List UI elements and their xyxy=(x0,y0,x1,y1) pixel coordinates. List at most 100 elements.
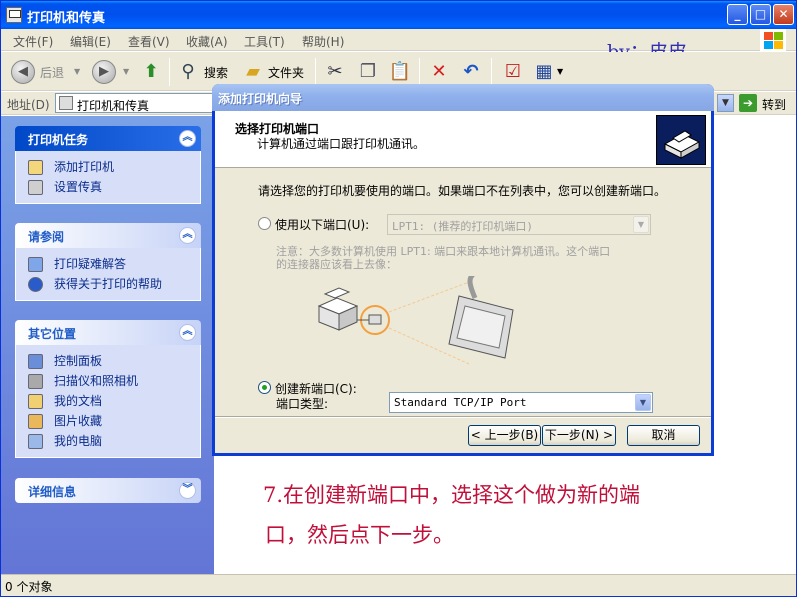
go-arrow-icon[interactable]: ➔ xyxy=(739,94,757,112)
use-existing-port-label[interactable]: 使用以下端口(U): xyxy=(275,216,369,233)
dialog-body: 选择打印机端口 计算机通过端口跟打印机通讯。 请选择您的打印机要使用的端口。如果… xyxy=(215,111,711,453)
toolbar-separator xyxy=(315,58,316,86)
link-label: 打印疑难解答 xyxy=(54,257,127,271)
use-existing-port-radio[interactable] xyxy=(258,217,271,230)
other-places-header[interactable]: 其它位置 ︽ xyxy=(15,320,201,345)
menu-edit[interactable]: 编辑(E) xyxy=(70,33,111,50)
close-button[interactable]: ✕ xyxy=(773,4,794,25)
link-label: 我的文档 xyxy=(54,394,103,408)
my-documents-icon xyxy=(28,394,43,409)
my-computer-link[interactable]: 我的电脑 xyxy=(28,431,200,451)
search-icon[interactable]: ⚲ xyxy=(176,60,200,84)
scanner-icon xyxy=(28,374,43,389)
title-bar[interactable]: 打印机和传真 _ □ ✕ xyxy=(1,1,796,29)
address-dropdown-icon[interactable]: ▼ xyxy=(717,94,734,112)
back-icon[interactable]: ◀ xyxy=(11,60,35,84)
menu-help[interactable]: 帮助(H) xyxy=(302,33,344,50)
back-button[interactable]: < 上一步(B) xyxy=(468,425,541,446)
caption-line-2: 口，然后点下一步。 xyxy=(265,523,454,547)
forward-dropdown-icon[interactable]: ▼ xyxy=(123,67,129,76)
port-type-select[interactable]: Standard TCP/IP Port ▼ xyxy=(389,392,653,413)
existing-port-select[interactable]: LPT1: (推荐的打印机端口) ▼ xyxy=(387,214,651,235)
link-label: 设置传真 xyxy=(54,180,103,194)
create-new-port-radio[interactable] xyxy=(258,381,271,394)
panel-title: 请参阅 xyxy=(28,230,65,244)
next-button[interactable]: 下一步(N) > xyxy=(542,425,616,446)
details-header[interactable]: 详细信息 ︾ xyxy=(15,478,201,503)
print-troubleshoot-link[interactable]: 打印疑难解答 xyxy=(28,254,200,274)
panel-title: 打印机任务 xyxy=(28,133,89,147)
control-panel-link[interactable]: 控制面板 xyxy=(28,351,200,371)
link-label: 扫描仪和照相机 xyxy=(54,374,139,388)
delete-icon[interactable]: ✕ xyxy=(427,60,451,84)
help-book-icon xyxy=(28,257,43,272)
collapse-chevron-icon[interactable]: ︽ xyxy=(179,227,196,244)
back-dropdown-icon[interactable]: ▼ xyxy=(74,67,80,76)
copy-icon[interactable]: ❐ xyxy=(356,60,380,84)
fax-icon xyxy=(28,180,43,195)
address-value: 打印机和传真 xyxy=(77,99,150,113)
menu-file[interactable]: 文件(F) xyxy=(13,33,53,50)
printer-tasks-header[interactable]: 打印机任务 ︽ xyxy=(15,126,201,151)
link-label: 我的电脑 xyxy=(54,434,103,448)
other-places-body: 控制面板 扫描仪和照相机 我的文档 图片收藏 我的电脑 xyxy=(15,345,201,458)
toolbar-separator xyxy=(491,58,492,86)
search-label[interactable]: 搜索 xyxy=(204,64,228,81)
folder-icon[interactable]: ▰ xyxy=(241,60,265,84)
my-pictures-link[interactable]: 图片收藏 xyxy=(28,411,200,431)
port-type-label: 端口类型: xyxy=(276,397,329,411)
chevron-down-icon[interactable]: ▼ xyxy=(635,394,651,411)
add-printer-icon xyxy=(28,160,43,175)
collapse-chevron-icon[interactable]: ︽ xyxy=(179,324,196,341)
toolbar-separator xyxy=(169,58,170,86)
minimize-button[interactable]: _ xyxy=(727,4,748,25)
collapse-chevron-icon[interactable]: ︽ xyxy=(179,130,196,147)
wizard-header: 选择打印机端口 计算机通过端口跟打印机通讯。 xyxy=(215,111,711,168)
cut-icon[interactable]: ✂ xyxy=(323,60,347,84)
up-folder-icon[interactable]: ⬆ xyxy=(139,60,163,84)
help-icon xyxy=(28,277,43,292)
status-bar: 0 个对象 xyxy=(1,574,796,596)
setup-fax-link[interactable]: 设置传真 xyxy=(28,177,200,197)
caption-line-1: 7.在创建新端口中，选择这个做为新的端 xyxy=(263,483,641,507)
print-help-link[interactable]: 获得关于打印的帮助 xyxy=(28,274,200,294)
cancel-button[interactable]: 取消 xyxy=(627,425,700,446)
properties-icon[interactable]: ☑ xyxy=(501,60,525,84)
go-button[interactable]: 转到 xyxy=(762,96,786,113)
menu-favorites[interactable]: 收藏(A) xyxy=(186,33,228,50)
windows-logo-icon xyxy=(760,29,786,51)
folders-label[interactable]: 文件夹 xyxy=(268,64,304,81)
views-dropdown-icon[interactable]: ▼ xyxy=(557,67,563,76)
add-printer-wizard-dialog: 添加打印机向导 选择打印机端口 计算机通过端口跟打印机通讯。 请选择您的打印机要… xyxy=(212,84,714,456)
views-icon[interactable]: ▦ xyxy=(532,60,556,84)
forward-icon[interactable]: ▶ xyxy=(92,60,116,84)
lpt-connector-illustration xyxy=(299,269,559,376)
printer-wizard-icon xyxy=(656,115,706,165)
expand-chevron-icon[interactable]: ︾ xyxy=(179,482,196,499)
instruction-text: 请选择您的打印机要使用的端口。如果端口不在列表中，您可以创建新端口。 xyxy=(258,184,667,198)
dialog-title-bar[interactable]: 添加打印机向导 xyxy=(212,84,714,111)
paste-icon[interactable]: 📋 xyxy=(388,60,412,84)
printer-tasks-body: 添加打印机 设置传真 xyxy=(15,151,201,204)
status-text: 0 个对象 xyxy=(5,580,53,594)
scanners-cameras-link[interactable]: 扫描仪和照相机 xyxy=(28,371,200,391)
panel-title: 详细信息 xyxy=(28,485,77,499)
see-also-header[interactable]: 请参阅 ︽ xyxy=(15,223,201,248)
dialog-title: 添加打印机向导 xyxy=(218,92,303,106)
link-label: 控制面板 xyxy=(54,354,103,368)
menu-view[interactable]: 查看(V) xyxy=(128,33,170,50)
port-type-value: Standard TCP/IP Port xyxy=(394,396,527,409)
maximize-button[interactable]: □ xyxy=(750,4,771,25)
menu-tools[interactable]: 工具(T) xyxy=(244,33,285,50)
back-label[interactable]: 后退 xyxy=(40,64,64,81)
existing-port-value: LPT1: (推荐的打印机端口) xyxy=(392,220,533,233)
other-places-panel: 其它位置 ︽ 控制面板 扫描仪和照相机 我的文档 图片收藏 我的电脑 xyxy=(15,320,201,458)
add-printer-link[interactable]: 添加打印机 xyxy=(28,157,200,177)
tutorial-caption: 7.在创建新端口中，选择这个做为新的端 口，然后点下一步。 xyxy=(263,475,733,555)
my-documents-link[interactable]: 我的文档 xyxy=(28,391,200,411)
printer-folder-icon xyxy=(59,96,73,110)
chevron-down-icon[interactable]: ▼ xyxy=(633,216,649,233)
undo-icon[interactable]: ↶ xyxy=(459,60,483,84)
window-title: 打印机和传真 xyxy=(27,11,106,26)
address-input[interactable]: 打印机和传真 xyxy=(55,93,215,113)
